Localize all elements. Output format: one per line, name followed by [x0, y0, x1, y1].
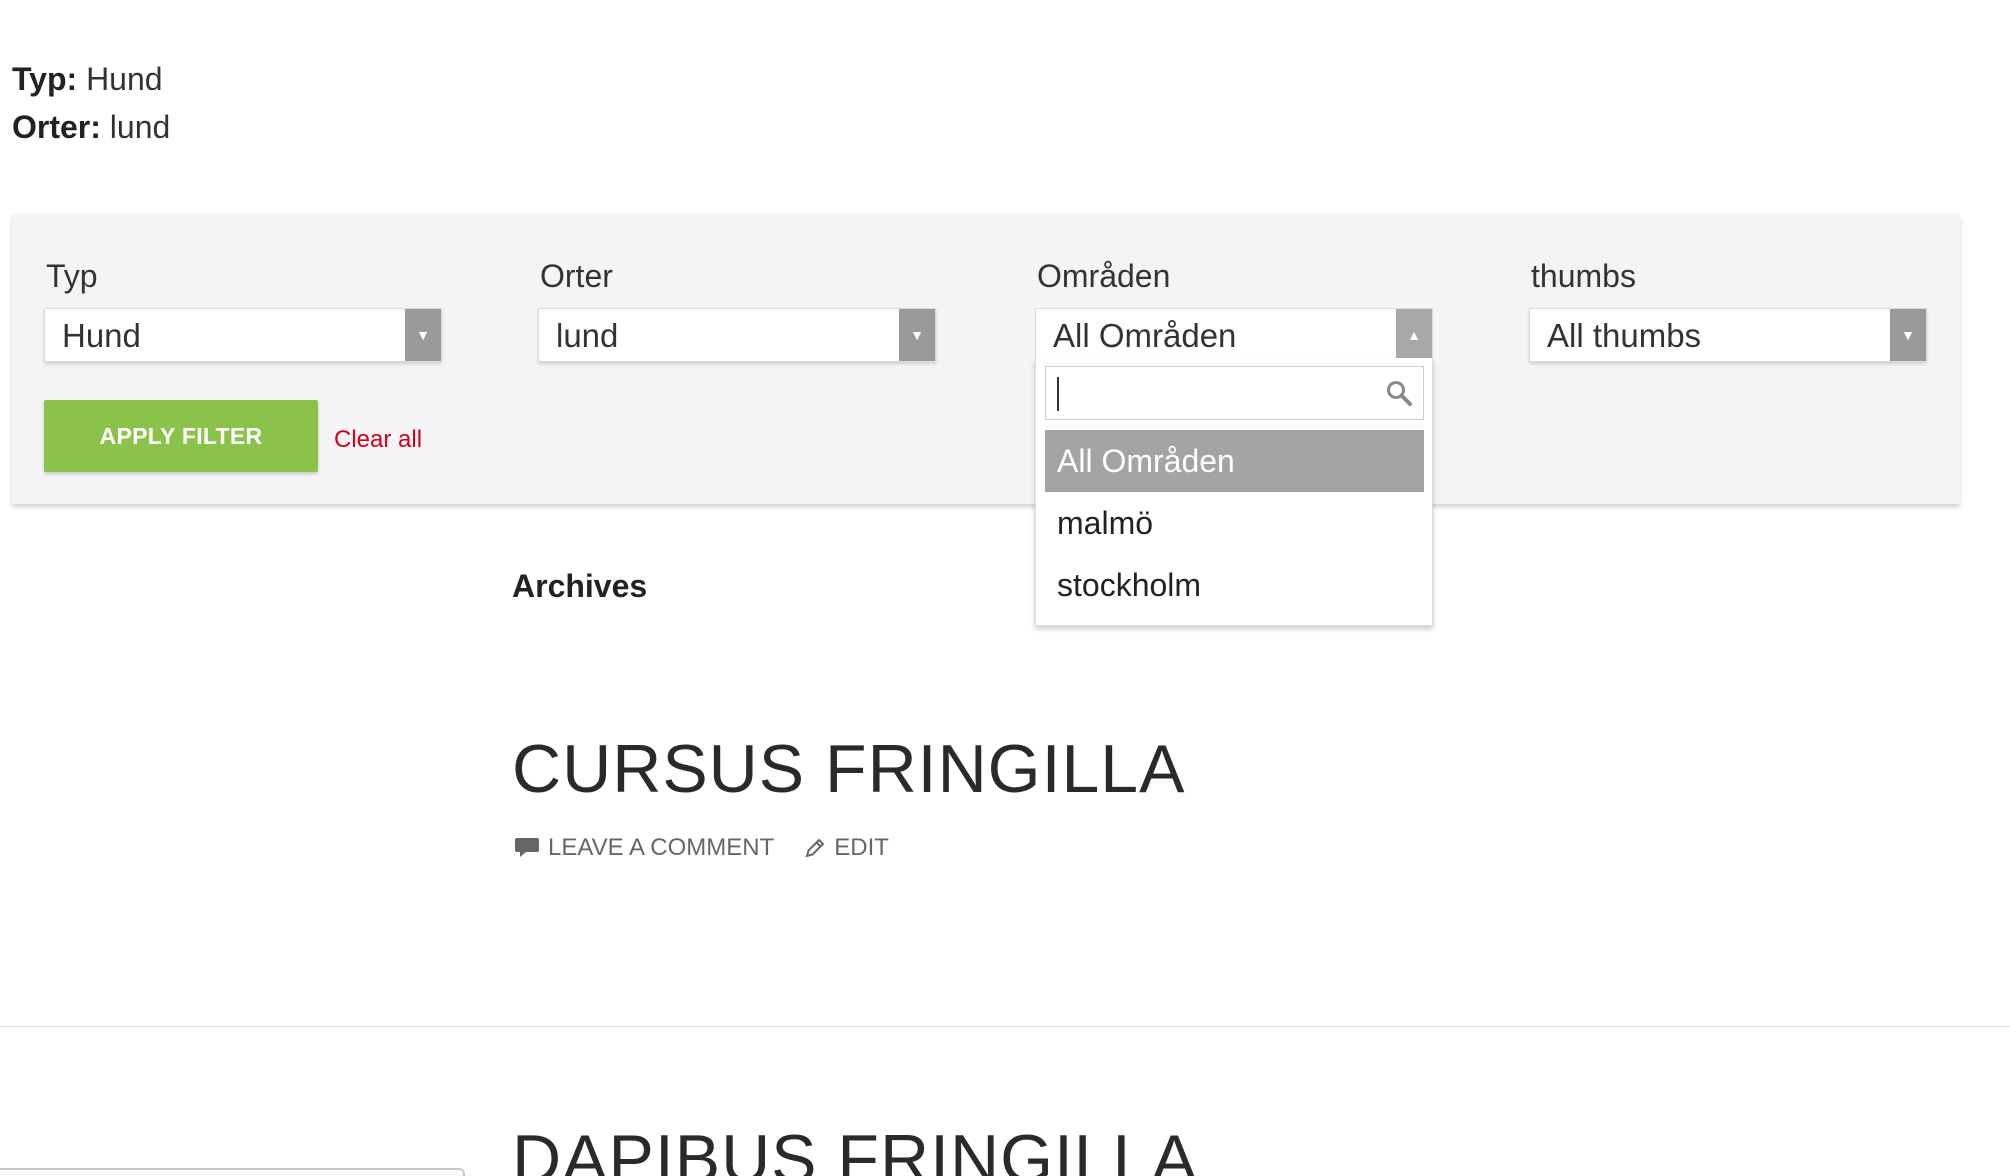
omraden-select[interactable]: All Områden ▲ — [1035, 308, 1433, 362]
edit-label: EDIT — [834, 834, 889, 861]
chevron-up-icon[interactable]: ▲ — [1396, 309, 1432, 361]
post-meta: LEAVE A COMMENT EDIT — [514, 834, 919, 862]
active-filter-value: lund — [109, 109, 171, 145]
comment-icon — [515, 838, 539, 857]
edit-link[interactable]: EDIT — [804, 834, 889, 862]
dropdown-option-stockholm[interactable]: stockholm — [1045, 554, 1424, 616]
filter-label-orter: Orter — [540, 258, 613, 294]
leave-comment-link[interactable]: LEAVE A COMMENT — [514, 834, 774, 862]
filter-label-thumbs: thumbs — [1531, 258, 1636, 294]
dropdown-search-box[interactable] — [1045, 366, 1424, 420]
active-filter-key: Orter: — [12, 109, 101, 145]
typ-select[interactable]: Hund ▼ — [44, 308, 442, 362]
search-icon — [1387, 381, 1412, 406]
omraden-dropdown: All Områden malmö stockholm — [1035, 358, 1433, 626]
clear-all-link[interactable]: Clear all — [334, 426, 422, 454]
orter-select[interactable]: lund ▼ — [538, 308, 936, 362]
pencil-icon — [805, 838, 825, 858]
apply-filter-button[interactable]: APPLY FILTER — [44, 400, 318, 472]
dropdown-option-all-omraden[interactable]: All Områden — [1045, 430, 1424, 492]
dropdown-search-input[interactable] — [1054, 375, 1374, 411]
archives-heading: Archives — [512, 568, 648, 604]
filter-thumbs: thumbs All thumbs ▼ — [1529, 254, 1929, 362]
filter-panel: Typ Hund ▼ Orter lund ▼ Områden All Områ… — [12, 214, 1960, 504]
filter-orter: Orter lund ▼ — [538, 254, 938, 362]
active-filter-key: Typ: — [12, 61, 78, 97]
post-title[interactable]: CURSUS FRINGILLA — [512, 730, 1185, 808]
post-title[interactable]: DAPIBUS FRINGILLA — [512, 1120, 1198, 1176]
active-filter-typ: Typ: Hund — [12, 55, 170, 103]
dropdown-options-list: All Områden malmö stockholm — [1045, 430, 1424, 616]
page: Typ: Hund Orter: lund Typ Hund ▼ Orter l… — [0, 0, 2010, 1176]
active-filters-summary: Typ: Hund Orter: lund — [12, 55, 170, 151]
leave-comment-label: LEAVE A COMMENT — [548, 834, 775, 861]
filter-typ: Typ Hund ▼ — [44, 254, 444, 362]
filter-label-omraden: Områden — [1037, 258, 1171, 294]
filter-omraden: Områden All Områden ▲ — [1035, 254, 1435, 362]
thumbs-select[interactable]: All thumbs ▼ — [1529, 308, 1927, 362]
dropdown-option-malmo[interactable]: malmö — [1045, 492, 1424, 554]
chevron-down-icon[interactable]: ▼ — [405, 309, 441, 361]
post-divider — [0, 1026, 2010, 1027]
typ-select-value: Hund — [62, 317, 141, 354]
filter-label-typ: Typ — [46, 258, 98, 294]
omraden-select-value: All Områden — [1053, 317, 1237, 354]
thumbs-select-value: All thumbs — [1547, 317, 1702, 354]
overlay-edge — [0, 1168, 465, 1176]
active-filter-value: Hund — [86, 61, 163, 97]
active-filter-orter: Orter: lund — [12, 103, 170, 151]
orter-select-value: lund — [556, 317, 619, 354]
chevron-down-icon[interactable]: ▼ — [899, 309, 935, 361]
chevron-down-icon[interactable]: ▼ — [1890, 309, 1926, 361]
